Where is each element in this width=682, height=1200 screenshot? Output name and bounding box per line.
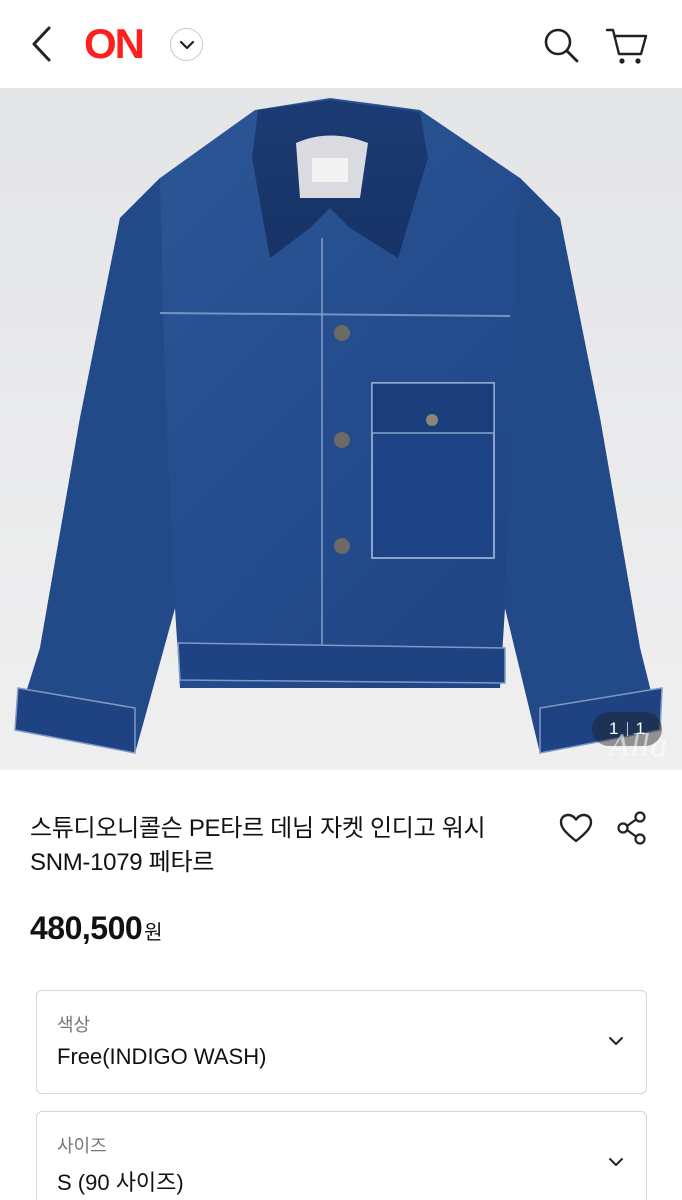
like-button[interactable] [556,808,596,848]
size-select-label: 사이즈 [57,1136,107,1156]
product-image [14,98,663,754]
search-icon [544,28,579,63]
price-amount: 480,500 [30,910,143,946]
back-button[interactable] [22,22,62,66]
color-select-value: Free(INDIGO WASH) [57,1044,267,1069]
chevron-down-icon [606,1031,626,1051]
product-title: 스튜디오니콜슨 PE타르 데님 자켓 인디고 워시 SNM-1079 페타르 [30,815,486,876]
color-select[interactable]: 색상 Free(INDIGO WASH) [36,990,647,1094]
product-price: 480,500 원 [30,910,163,947]
color-select-label: 색상 [57,1015,91,1035]
share-icon [617,811,646,845]
share-button[interactable] [612,808,652,848]
cart-icon [605,28,648,64]
heart-icon [559,813,593,843]
product-image-gallery[interactable]: 1 1 Alla [0,88,682,770]
image-watermark: Alla [609,729,668,764]
cart-button[interactable] [604,22,650,68]
app-header: ON [0,0,682,88]
price-currency: 원 [144,922,163,944]
logo-text: ON [84,20,145,67]
chevron-down-icon [606,1152,626,1172]
chevron-left-icon [32,26,51,62]
search-button[interactable] [538,22,584,68]
size-select-value: S (90 사이즈) [57,1170,184,1195]
brand-menu-button[interactable] [170,28,203,61]
chevron-down-icon [179,40,194,49]
size-select[interactable]: 사이즈 S (90 사이즈) [36,1111,647,1200]
brand-logo[interactable]: ON [84,20,145,68]
